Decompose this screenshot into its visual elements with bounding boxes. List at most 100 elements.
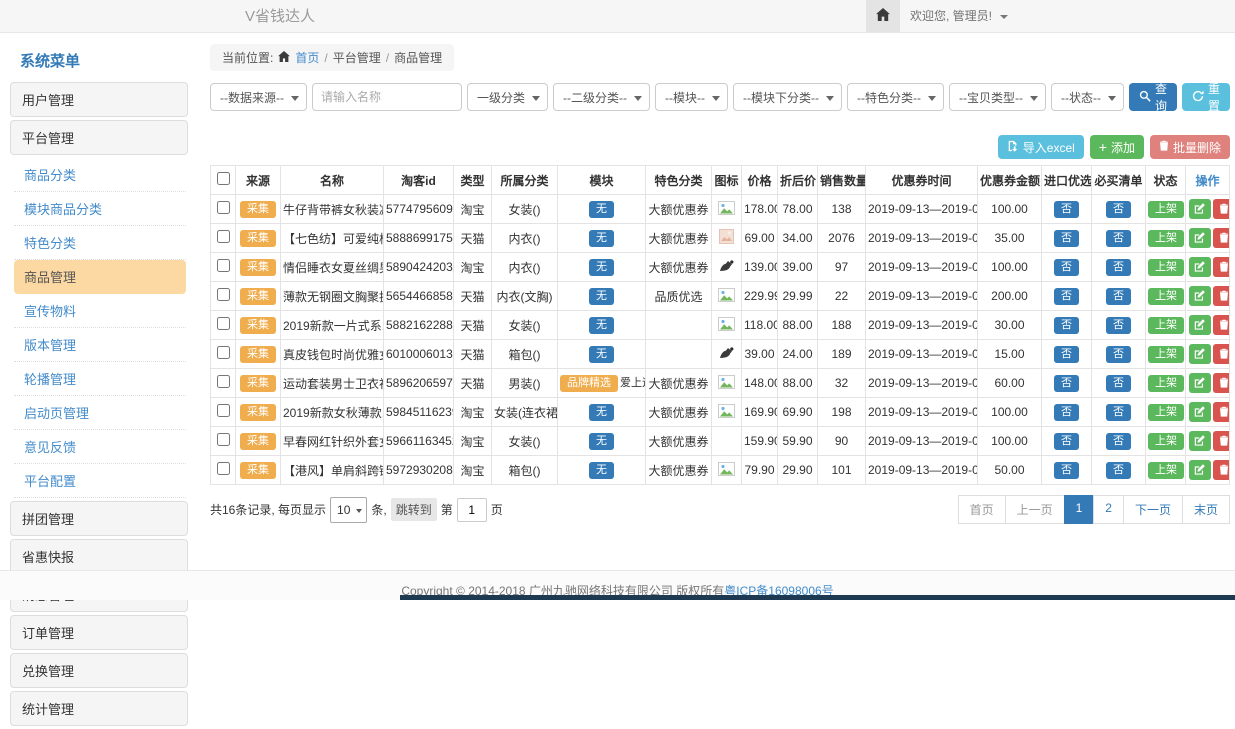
- row-checkbox[interactable]: [217, 404, 230, 417]
- sidebar-item-意见反馈[interactable]: 意见反馈: [14, 430, 186, 464]
- delete-button[interactable]: [1213, 199, 1230, 219]
- row-checkbox[interactable]: [217, 317, 230, 330]
- status-badge[interactable]: 上架: [1148, 404, 1184, 421]
- page-button-2[interactable]: 2: [1093, 495, 1124, 524]
- page-button-末页[interactable]: 末页: [1182, 495, 1230, 524]
- import-select-badge[interactable]: 否: [1054, 317, 1079, 334]
- must-buy-badge[interactable]: 否: [1106, 433, 1131, 450]
- delete-button[interactable]: [1213, 315, 1230, 335]
- special-category-select[interactable]: --特色分类--: [847, 83, 944, 111]
- module-badge[interactable]: 无: [589, 346, 614, 363]
- reset-button[interactable]: 重置: [1182, 83, 1230, 111]
- page-button-下一页[interactable]: 下一页: [1123, 495, 1183, 524]
- sidebar-item-平台管理[interactable]: 平台管理: [10, 120, 188, 155]
- level2-category-select[interactable]: --二级分类--: [553, 83, 650, 111]
- sidebar-item-启动页管理[interactable]: 启动页管理: [14, 396, 186, 430]
- delete-button[interactable]: [1213, 431, 1230, 451]
- must-buy-badge[interactable]: 否: [1106, 346, 1131, 363]
- must-buy-badge[interactable]: 否: [1106, 288, 1131, 305]
- module-select[interactable]: --模块--: [655, 83, 728, 111]
- select-all-checkbox[interactable]: [217, 172, 230, 185]
- edit-button[interactable]: [1189, 199, 1211, 219]
- must-buy-badge[interactable]: 否: [1106, 317, 1131, 334]
- item-type-select[interactable]: --宝贝类型--: [949, 83, 1046, 111]
- row-checkbox[interactable]: [217, 230, 230, 243]
- edit-button[interactable]: [1189, 373, 1211, 393]
- module-badge[interactable]: 无: [589, 230, 614, 247]
- status-badge[interactable]: 上架: [1148, 288, 1184, 305]
- add-button[interactable]: +添加: [1090, 135, 1144, 159]
- import-select-badge[interactable]: 否: [1054, 404, 1079, 421]
- row-checkbox[interactable]: [217, 346, 230, 359]
- status-badge[interactable]: 上架: [1148, 201, 1184, 218]
- status-badge[interactable]: 上架: [1148, 346, 1184, 363]
- sidebar-item-宣传物料[interactable]: 宣传物料: [14, 294, 186, 328]
- module-badge[interactable]: 无: [589, 259, 614, 276]
- module-badge[interactable]: 无: [589, 433, 614, 450]
- page-button-1[interactable]: 1: [1064, 495, 1095, 524]
- delete-button[interactable]: [1213, 286, 1230, 306]
- edit-button[interactable]: [1189, 431, 1211, 451]
- delete-button[interactable]: [1213, 228, 1230, 248]
- data-source-select[interactable]: --数据来源--: [210, 83, 307, 111]
- module-badge[interactable]: 无: [589, 201, 614, 218]
- row-checkbox[interactable]: [217, 288, 230, 301]
- edit-button[interactable]: [1189, 402, 1211, 422]
- edit-button[interactable]: [1189, 286, 1211, 306]
- status-select[interactable]: --状态--: [1051, 83, 1124, 111]
- must-buy-badge[interactable]: 否: [1106, 404, 1131, 421]
- home-button[interactable]: [866, 0, 900, 32]
- import-select-badge[interactable]: 否: [1054, 288, 1079, 305]
- edit-button[interactable]: [1189, 344, 1211, 364]
- sidebar-item-版本管理[interactable]: 版本管理: [14, 328, 186, 362]
- edit-button[interactable]: [1189, 315, 1211, 335]
- edit-button[interactable]: [1189, 228, 1211, 248]
- jump-to-button[interactable]: 跳转到: [391, 498, 437, 521]
- sidebar-item-商品分类[interactable]: 商品分类: [14, 158, 186, 192]
- module-sub-category-select[interactable]: --模块下分类--: [733, 83, 842, 111]
- sidebar-item-用户管理[interactable]: 用户管理: [10, 82, 188, 117]
- search-button[interactable]: 查询: [1129, 83, 1177, 111]
- status-badge[interactable]: 上架: [1148, 317, 1184, 334]
- per-page-select[interactable]: 10: [330, 497, 367, 523]
- row-checkbox[interactable]: [217, 259, 230, 272]
- module-badge[interactable]: 无: [589, 404, 614, 421]
- module-badge[interactable]: 品牌精选: [560, 375, 618, 392]
- name-search-input[interactable]: [312, 83, 462, 111]
- level1-category-select[interactable]: 一级分类: [467, 83, 548, 111]
- sidebar-item-平台配置[interactable]: 平台配置: [14, 464, 186, 498]
- module-badge[interactable]: 无: [589, 288, 614, 305]
- import-select-badge[interactable]: 否: [1054, 259, 1079, 276]
- import-excel-button[interactable]: 导入excel: [998, 135, 1084, 159]
- sidebar-item-商品管理[interactable]: 商品管理: [14, 260, 186, 294]
- breadcrumb-item-首页[interactable]: 首页: [295, 49, 319, 66]
- delete-button[interactable]: [1213, 257, 1230, 277]
- sidebar-item-模块商品分类[interactable]: 模块商品分类: [14, 192, 186, 226]
- user-menu[interactable]: 欢迎您, 管理员!: [910, 0, 1008, 33]
- import-select-badge[interactable]: 否: [1054, 462, 1079, 479]
- sidebar-item-特色分类[interactable]: 特色分类: [14, 226, 186, 260]
- must-buy-badge[interactable]: 否: [1106, 462, 1131, 479]
- edit-button[interactable]: [1189, 257, 1211, 277]
- import-select-badge[interactable]: 否: [1054, 433, 1079, 450]
- module-badge[interactable]: 无: [589, 462, 614, 479]
- status-badge[interactable]: 上架: [1148, 230, 1184, 247]
- delete-button[interactable]: [1213, 460, 1230, 480]
- status-badge[interactable]: 上架: [1148, 259, 1184, 276]
- module-badge[interactable]: 无: [589, 317, 614, 334]
- import-select-badge[interactable]: 否: [1054, 375, 1079, 392]
- page-jump-input[interactable]: [457, 498, 487, 522]
- import-select-badge[interactable]: 否: [1054, 201, 1079, 218]
- sidebar-item-订单管理[interactable]: 订单管理: [10, 615, 188, 650]
- must-buy-badge[interactable]: 否: [1106, 230, 1131, 247]
- sidebar-item-省惠快报[interactable]: 省惠快报: [10, 539, 188, 574]
- sidebar-item-兑换管理[interactable]: 兑换管理: [10, 653, 188, 688]
- must-buy-badge[interactable]: 否: [1106, 259, 1131, 276]
- import-select-badge[interactable]: 否: [1054, 230, 1079, 247]
- row-checkbox[interactable]: [217, 433, 230, 446]
- status-badge[interactable]: 上架: [1148, 433, 1184, 450]
- row-checkbox[interactable]: [217, 462, 230, 475]
- row-checkbox[interactable]: [217, 375, 230, 388]
- row-checkbox[interactable]: [217, 201, 230, 214]
- must-buy-badge[interactable]: 否: [1106, 375, 1131, 392]
